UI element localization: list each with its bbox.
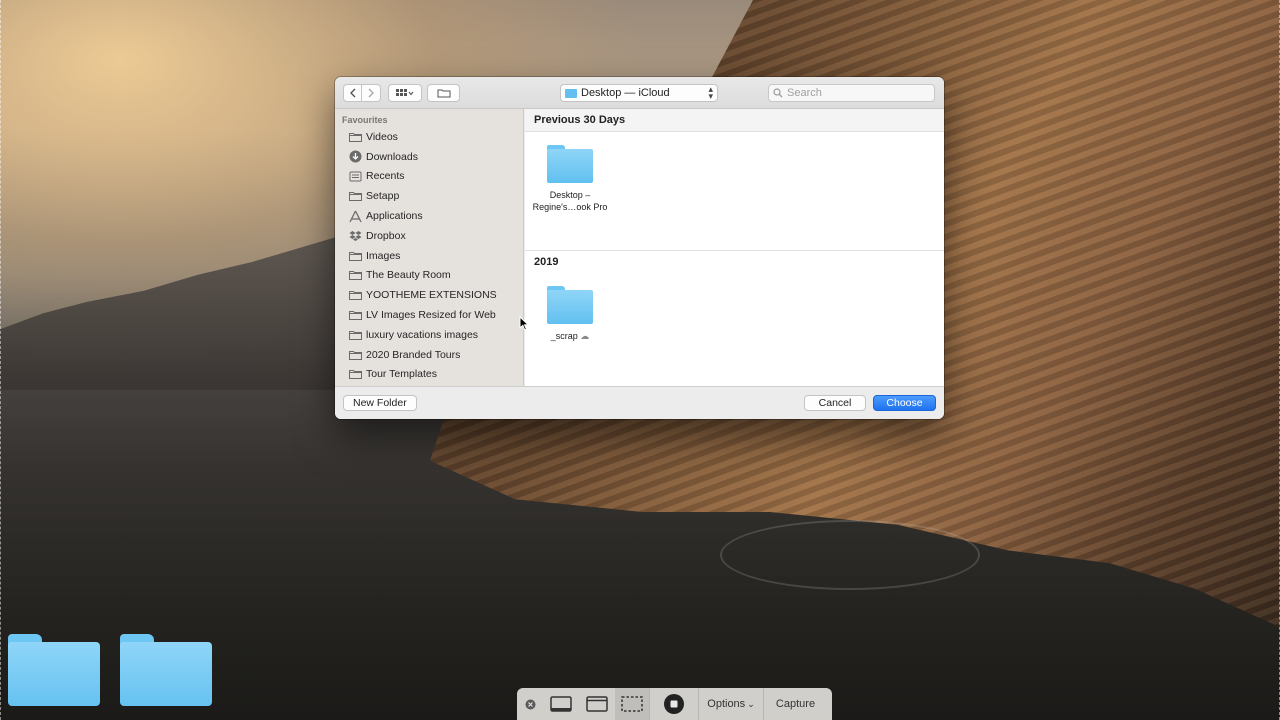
options-menu-button[interactable]: Options ⌄ [699, 688, 763, 720]
desktop-folder-icon[interactable] [8, 634, 100, 706]
recents-icon [349, 170, 362, 183]
folder-name-line2: Regine's…ook Pro [532, 202, 608, 212]
folder-icon [349, 368, 362, 381]
capture-window-button[interactable] [579, 688, 615, 720]
sidebar-item-label: Dropbox [366, 229, 406, 242]
sidebar-item-the-beauty-room[interactable]: The Beauty Room [335, 266, 523, 286]
sidebar-item-lv-images[interactable]: LV Images Resized for Web [335, 305, 523, 325]
sidebar-header: Favourites [342, 115, 388, 125]
sidebar-item-label: LV Images Resized for Web [366, 309, 496, 322]
view-mode-button[interactable] [388, 84, 422, 102]
mouse-cursor-icon [519, 316, 529, 331]
folder-icon [349, 328, 362, 341]
sidebar-item-label: Tour Templates [366, 368, 438, 381]
group-button[interactable] [427, 84, 460, 102]
forward-button[interactable] [362, 84, 381, 102]
icon-grid-icon [396, 89, 414, 96]
sidebar-item-luxury-vacations[interactable]: luxury vacations images [335, 325, 523, 345]
options-label: Options [707, 698, 746, 710]
close-icon [525, 699, 535, 709]
sidebar-item-images[interactable]: Images [335, 246, 523, 266]
chevron-left-icon [349, 88, 355, 98]
desktop-folder-icon[interactable] [120, 634, 212, 706]
screen-icon [550, 696, 572, 712]
sidebar-item-setapp[interactable]: Setapp [335, 186, 523, 206]
folder-icon [349, 269, 362, 282]
new-folder-button[interactable]: New Folder [343, 395, 417, 411]
selection-icon [621, 696, 643, 712]
sidebar-item-label: 2020 Branded Tours [366, 348, 461, 361]
folder-icon [349, 130, 362, 143]
icloud-icon: ☁ [580, 331, 590, 341]
sidebar-item-label: Images [366, 249, 401, 262]
sidebar-item-label: Setapp [366, 190, 400, 203]
sidebar-item-label: YOOTHEME EXTENSIONS [366, 289, 497, 302]
sidebar-item-videos[interactable]: Videos [335, 127, 523, 147]
sidebar-item-downloads[interactable]: Downloads [335, 147, 523, 167]
folder-icon [349, 190, 362, 203]
sidebar-item-recents[interactable]: Recents [335, 167, 523, 187]
sidebar: Favourites Videos Downloads Recents Seta… [335, 109, 524, 386]
capture-entire-screen-button[interactable] [543, 688, 579, 720]
sidebar-item-branded-tours[interactable]: 2020 Branded Tours [335, 345, 523, 365]
dialog-toolbar: Desktop — iCloud ▴ ▾ Search [335, 77, 944, 109]
sidebar-item-label: The Beauty Room [366, 269, 451, 282]
applications-icon [349, 210, 362, 223]
section-header-previous-30-days: Previous 30 Days [525, 109, 944, 132]
chevron-down-icon: ⌄ [747, 698, 755, 709]
capture-button[interactable]: Capture [764, 688, 827, 720]
folder-icon [349, 289, 362, 302]
folder-icon [349, 309, 362, 322]
download-icon [349, 150, 362, 163]
sidebar-item-label: Downloads [366, 150, 418, 163]
cancel-button[interactable]: Cancel [804, 395, 866, 411]
close-capture-button[interactable] [517, 688, 543, 720]
sidebar-item-applications[interactable]: Applications [335, 206, 523, 226]
open-dialog: Desktop — iCloud ▴ ▾ Search Favourites Vi… [335, 77, 944, 419]
sidebar-item-yootheme-extensions[interactable]: YOOTHEME EXTENSIONS [335, 285, 523, 305]
sidebar-item-label: Videos [366, 130, 398, 143]
search-placeholder: Search [787, 87, 822, 99]
folder-name: _scrap [550, 331, 578, 341]
sidebar-item-label: Applications [366, 210, 423, 223]
record-icon [664, 694, 684, 714]
sidebar-item-label: luxury vacations images [366, 328, 479, 341]
nav-buttons [343, 84, 381, 102]
search-icon [773, 88, 783, 98]
capture-toolbar: Options ⌄ Capture [517, 688, 832, 720]
record-screen-button[interactable] [650, 688, 698, 720]
folder-name-line1: Desktop – [549, 190, 591, 200]
folder-icon [547, 145, 593, 183]
folder-item-desktop[interactable]: Desktop – Regine's…ook Pro [525, 145, 615, 213]
sidebar-item-tour-templates[interactable]: Tour Templates [335, 365, 523, 385]
location-label: Desktop — iCloud [581, 87, 670, 99]
dialog-footer: New Folder Cancel Choose [335, 386, 944, 419]
location-dropdown[interactable]: Desktop — iCloud ▴ ▾ [560, 84, 718, 102]
folder-icon [547, 286, 593, 324]
sidebar-item-dropbox[interactable]: Dropbox [335, 226, 523, 246]
folder-icon [349, 249, 362, 262]
sidebar-item-label: Recents [366, 170, 405, 183]
window-icon [586, 696, 608, 712]
folder-item-scrap[interactable]: _scrap ☁ [525, 286, 615, 342]
capture-selection-button[interactable] [615, 688, 649, 720]
folder-icon [349, 348, 362, 361]
file-browser: Previous 30 Days Desktop – Regine's…ook … [525, 109, 944, 386]
folder-tag-icon [437, 89, 450, 98]
choose-button[interactable]: Choose [873, 395, 936, 411]
back-button[interactable] [343, 84, 362, 102]
updown-chevron-icon: ▴ ▾ [708, 84, 713, 101]
section-header-2019: 2019 [525, 250, 944, 273]
chevron-right-icon [368, 88, 374, 98]
wallpaper-hills [0, 230, 360, 390]
search-input[interactable]: Search [768, 84, 935, 102]
wallpaper-foam [720, 520, 980, 590]
folder-icon [565, 88, 577, 98]
dropbox-icon [349, 229, 362, 242]
